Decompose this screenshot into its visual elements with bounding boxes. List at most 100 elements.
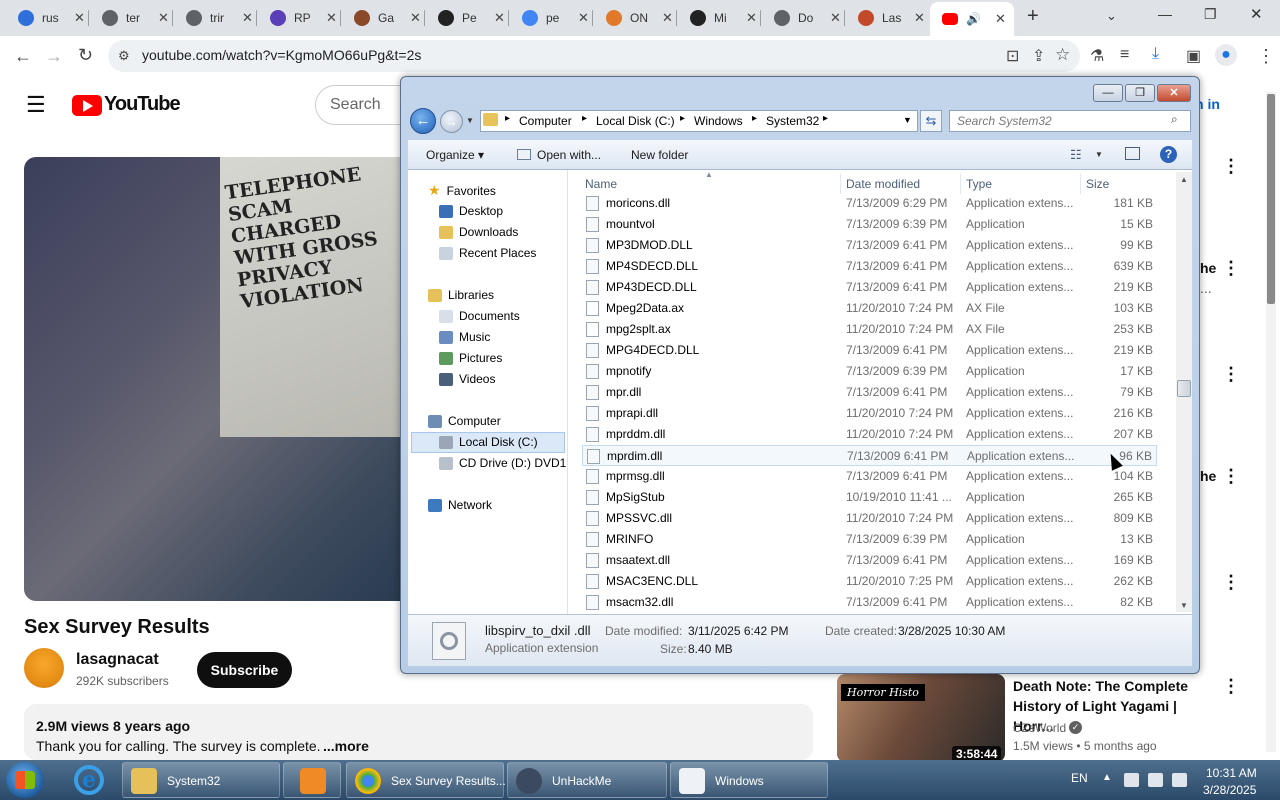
- nav-recent-places[interactable]: Recent Places: [439, 246, 536, 260]
- file-row[interactable]: mprmsg.dll 7/13/2009 6:41 PM Application e…: [582, 466, 1157, 487]
- taskbar-item-windows[interactable]: Windows: [670, 762, 828, 798]
- search-icon[interactable]: ⌕: [1171, 112, 1178, 127]
- extension-flask-icon[interactable]: ⚗: [1090, 46, 1104, 66]
- youtube-logo-text[interactable]: YouTube: [104, 93, 181, 116]
- network-status-icon[interactable]: [1148, 773, 1163, 787]
- browser-tab[interactable]: Las ✕: [846, 5, 926, 31]
- file-row[interactable]: mprapi.dll 11/20/2010 7:24 PM Application …: [582, 403, 1157, 424]
- nav-computer[interactable]: Computer: [428, 414, 501, 428]
- view-dropdown-icon[interactable]: ▼: [1095, 150, 1103, 159]
- navpane-divider[interactable]: [567, 170, 568, 614]
- recommendation-channel[interactable]: CZsWorld: [1013, 721, 1066, 735]
- browser-tab[interactable]: pe ✕: [510, 5, 590, 31]
- open-with-button[interactable]: Open with...: [537, 148, 601, 162]
- new-tab-button[interactable]: +: [1027, 5, 1039, 28]
- explorer-back-icon[interactable]: ←: [410, 108, 436, 134]
- show-hidden-icons-icon[interactable]: ▲: [1102, 772, 1112, 783]
- share-icon[interactable]: ⇪: [1032, 46, 1045, 66]
- browser-tab[interactable]: Do ✕: [762, 5, 842, 31]
- file-row[interactable]: MSAC3ENC.DLL 11/20/2010 7:25 PM Applicatio…: [582, 571, 1157, 592]
- file-row[interactable]: moricons.dll 7/13/2009 6:29 PM Application…: [582, 193, 1157, 214]
- column-separator[interactable]: [840, 174, 841, 194]
- breadcrumb-arrow-icon[interactable]: ▸: [582, 113, 587, 124]
- breadcrumb-local-disk[interactable]: Local Disk (C:): [596, 114, 675, 128]
- file-row[interactable]: MpSigStub 10/19/2010 11:41 ... Application…: [582, 487, 1157, 508]
- nav-music[interactable]: Music: [439, 330, 490, 344]
- view-options-icon[interactable]: ☷: [1070, 147, 1082, 163]
- back-arrow-icon[interactable]: ←: [14, 46, 32, 67]
- file-row[interactable]: MP4SDECD.DLL 7/13/2009 6:41 PM Application…: [582, 256, 1157, 277]
- browser-tab[interactable]: Ga ✕: [342, 5, 422, 31]
- nav-local-disk[interactable]: Local Disk (C:): [439, 435, 538, 449]
- scroll-down-arrow-icon[interactable]: ▼: [1180, 601, 1188, 610]
- file-list-scrollbar-thumb[interactable]: [1177, 380, 1191, 397]
- more-options-icon[interactable]: ⋮: [1222, 466, 1240, 487]
- tab-youtube-active[interactable]: 🔊 ✕: [930, 2, 1014, 36]
- column-separator[interactable]: [960, 174, 961, 194]
- file-row[interactable]: MP3DMOD.DLL 7/13/2009 6:41 PM Application …: [582, 235, 1157, 256]
- close-tab-icon[interactable]: ✕: [74, 10, 85, 26]
- recent-pages-chevron-icon[interactable]: ▼: [466, 116, 474, 125]
- file-row[interactable]: msacm32.dll 7/13/2009 6:41 PM Application …: [582, 592, 1157, 613]
- nav-pictures[interactable]: Pictures: [439, 351, 502, 365]
- organize-button[interactable]: Organize ▾: [426, 148, 484, 162]
- close-tab-icon[interactable]: ✕: [830, 10, 841, 26]
- more-options-icon[interactable]: ⋮: [1222, 258, 1240, 279]
- action-center-flag-icon[interactable]: [1124, 773, 1139, 787]
- subscribe-button[interactable]: Subscribe: [197, 652, 292, 688]
- refresh-icon[interactable]: ⇆: [920, 110, 942, 132]
- channel-name[interactable]: lasagnacat: [76, 651, 159, 669]
- nav-cd-drive[interactable]: CD Drive (D:) DVD1: [439, 456, 566, 470]
- close-tab-icon[interactable]: ✕: [578, 10, 589, 26]
- window-minimize-icon[interactable]: —: [1158, 6, 1172, 22]
- page-scrollbar-thumb[interactable]: [1267, 94, 1275, 304]
- more-options-icon[interactable]: ⋮: [1222, 676, 1240, 697]
- close-tab-icon[interactable]: ✕: [158, 10, 169, 26]
- column-header-type[interactable]: Type: [966, 177, 992, 191]
- window-close-icon[interactable]: ✕: [1250, 5, 1263, 23]
- site-info-icon[interactable]: ⚙: [118, 48, 130, 64]
- taskbar-item-chrome[interactable]: Sex Survey Results...: [346, 762, 506, 798]
- close-tab-icon[interactable]: ✕: [494, 10, 505, 26]
- bookmark-star-icon[interactable]: ☆: [1055, 45, 1070, 65]
- scroll-up-arrow-icon[interactable]: ▲: [1180, 175, 1188, 184]
- close-tab-icon[interactable]: ✕: [410, 10, 421, 26]
- profile-avatar-icon[interactable]: ●: [1215, 44, 1237, 66]
- nav-desktop[interactable]: Desktop: [439, 204, 503, 218]
- recommendation-title-fragment[interactable]: he: [1200, 260, 1216, 276]
- tab-search-chevron-icon[interactable]: ⌄: [1106, 8, 1117, 24]
- install-app-icon[interactable]: ⊡: [1006, 46, 1019, 66]
- more-options-icon[interactable]: ⋮: [1222, 364, 1240, 385]
- nav-network[interactable]: Network: [428, 498, 492, 512]
- clock-date[interactable]: 3/28/2025: [1203, 783, 1256, 797]
- recommendation-title-fragment[interactable]: he: [1200, 468, 1216, 484]
- download-icon[interactable]: ⤓: [1152, 45, 1159, 63]
- close-tab-icon[interactable]: ✕: [914, 10, 925, 26]
- breadcrumb-computer[interactable]: Computer: [519, 114, 572, 128]
- channel-avatar[interactable]: [24, 648, 64, 688]
- browser-tab[interactable]: Mi ✕: [678, 5, 758, 31]
- preview-pane-icon[interactable]: [1125, 147, 1140, 160]
- explorer-maximize-button[interactable]: ❐: [1125, 84, 1155, 102]
- file-row[interactable]: MRINFO 7/13/2009 6:39 PM Application 13 KB: [582, 529, 1157, 550]
- address-dropdown-icon[interactable]: ▼: [903, 115, 912, 125]
- breadcrumb-arrow-icon[interactable]: ▸: [823, 113, 828, 124]
- more-options-icon[interactable]: ⋮: [1222, 572, 1240, 593]
- reload-icon[interactable]: ↻: [78, 45, 93, 66]
- file-row[interactable]: MPSSVC.dll 11/20/2010 7:24 PM Application …: [582, 508, 1157, 529]
- column-header-size[interactable]: Size: [1086, 177, 1109, 191]
- file-row[interactable]: mpr.dll 7/13/2009 6:41 PM Application exte…: [582, 382, 1157, 403]
- file-row[interactable]: mpg2splt.ax 11/20/2010 7:24 PM AX File 253 …: [582, 319, 1157, 340]
- nav-documents[interactable]: Documents: [439, 309, 520, 323]
- close-tab-icon[interactable]: ✕: [995, 11, 1006, 27]
- browser-tab[interactable]: Pe ✕: [426, 5, 506, 31]
- file-row[interactable]: mprddm.dll 11/20/2010 7:24 PM Application …: [582, 424, 1157, 445]
- close-tab-icon[interactable]: ✕: [662, 10, 673, 26]
- column-separator[interactable]: [1080, 174, 1081, 194]
- explorer-forward-icon[interactable]: →: [440, 110, 463, 133]
- explorer-close-button[interactable]: ✕: [1157, 84, 1191, 102]
- more-options-icon[interactable]: ⋮: [1222, 156, 1240, 177]
- description-more-link[interactable]: ...more: [323, 738, 369, 754]
- side-panel-icon[interactable]: ▣: [1186, 46, 1201, 66]
- media-queue-icon[interactable]: ≡: [1120, 46, 1129, 64]
